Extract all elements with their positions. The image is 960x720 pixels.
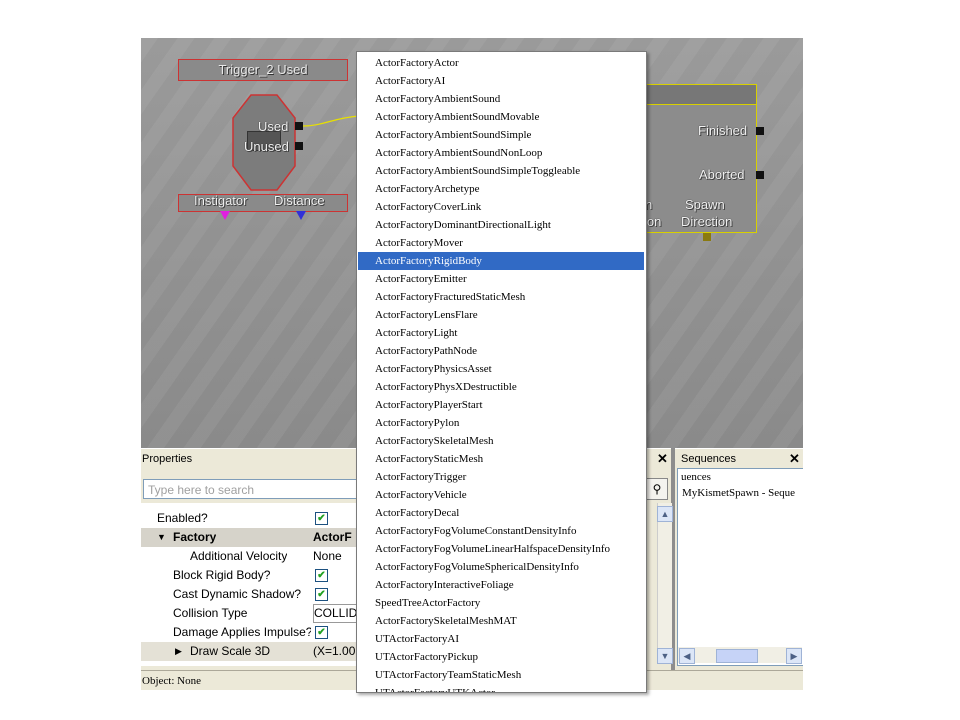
direction-var-label: Direction: [681, 214, 733, 229]
output-used-label: Used: [258, 119, 289, 134]
output-unused-pin[interactable]: [295, 142, 303, 150]
prop-row-cast-dynamic-shadow[interactable]: Cast Dynamic Shadow? ✔: [141, 585, 357, 604]
enabled-checkbox[interactable]: ✔: [315, 512, 328, 525]
menu-item-actorfactoryambientsoundsimpletoggleable[interactable]: ActorFactoryAmbientSoundSimpleToggleable: [358, 162, 644, 180]
find-button[interactable]: ⚲: [646, 478, 668, 500]
menu-item-speedtreeactorfactory[interactable]: SpeedTreeActorFactory: [358, 594, 644, 612]
properties-close-icon[interactable]: ✕: [657, 451, 668, 467]
cast-dynamic-shadow-checkbox[interactable]: ✔: [315, 588, 328, 601]
menu-item-actorfactorylensflare[interactable]: ActorFactoryLensFlare: [358, 306, 644, 324]
search-placeholder: Type here to search: [148, 483, 255, 497]
menu-item-utactorfactoryteamstaticmesh[interactable]: UTActorFactoryTeamStaticMesh: [358, 666, 644, 684]
collision-type-field[interactable]: COLLID: [313, 604, 359, 623]
prop-value[interactable]: None: [313, 547, 357, 566]
status-text: Object: None: [142, 675, 201, 687]
menu-item-actorfactorydominantdirectionallight[interactable]: ActorFactoryDominantDirectionalLight: [358, 216, 644, 234]
prop-row-enabled[interactable]: Enabled? ✔: [141, 509, 357, 528]
menu-item-actorfactoryarchetype[interactable]: ActorFactoryArchetype: [358, 180, 644, 198]
scroll-left-icon[interactable]: ◀: [679, 648, 695, 664]
instigator-pin-icon[interactable]: [220, 211, 230, 221]
collapse-arrow-icon[interactable]: ▼: [157, 528, 166, 547]
scroll-down-icon[interactable]: ▼: [657, 648, 673, 664]
output-finished-pin[interactable]: [756, 127, 764, 135]
factory-dropdown-menu[interactable]: ActorFactoryActor ActorFactoryAI ActorFact…: [356, 51, 647, 693]
menu-item-actorfactorydecal[interactable]: ActorFactoryDecal: [358, 504, 644, 522]
scroll-up-icon[interactable]: ▲: [657, 506, 673, 522]
output-used-pin[interactable]: [295, 122, 303, 130]
scroll-right-icon[interactable]: ▶: [786, 648, 802, 664]
variable-distance-label: Distance: [274, 193, 325, 208]
menu-item-actorfactoryphysxdestructible[interactable]: ActorFactoryPhysXDestructible: [358, 378, 644, 396]
output-aborted-label: Aborted: [699, 167, 745, 182]
prop-row-block-rigid-body[interactable]: Block Rigid Body? ✔: [141, 566, 357, 585]
trigger-node-title-text: Trigger_2 Used: [218, 62, 308, 77]
menu-item-actorfactoryinteractivefoliage[interactable]: ActorFactoryInteractiveFoliage: [358, 576, 644, 594]
prop-name: Factory: [173, 530, 217, 544]
spawn-var-label: Spawn: [685, 197, 725, 212]
prop-name: Damage Applies Impulse?: [173, 625, 311, 639]
menu-item-actorfactoryskeletalmesh[interactable]: ActorFactorySkeletalMesh: [358, 432, 644, 450]
menu-item-actorfactoryphysicsasset[interactable]: ActorFactoryPhysicsAsset: [358, 360, 644, 378]
menu-item-actorfactoryskeletalmeshmat[interactable]: ActorFactorySkeletalMeshMAT: [358, 612, 644, 630]
prop-category-factory[interactable]: ▼ Factory ActorF: [141, 528, 357, 547]
menu-item-actorfactorytrigger[interactable]: ActorFactoryTrigger: [358, 468, 644, 486]
menu-item-actorfactorypathnode[interactable]: ActorFactoryPathNode: [358, 342, 644, 360]
connection-wire: [303, 115, 359, 127]
menu-item-actorfactoryactor[interactable]: ActorFactoryActor: [358, 54, 644, 72]
prop-row-collision-type[interactable]: Collision Type COLLID: [141, 604, 359, 623]
prop-name: Enabled?: [157, 511, 208, 525]
menu-item-actorfactorylight[interactable]: ActorFactoryLight: [358, 324, 644, 342]
prop-name: Cast Dynamic Shadow?: [173, 587, 302, 601]
draw-scale-value[interactable]: (X=1.00: [313, 642, 357, 661]
expand-arrow-icon[interactable]: ▶: [175, 642, 182, 661]
trigger-node-title[interactable]: Trigger_2 Used: [178, 59, 348, 81]
menu-item-actorfactoryambientsound[interactable]: ActorFactoryAmbientSound: [358, 90, 644, 108]
menu-item-actorfactoryfracturedstaticmesh[interactable]: ActorFactoryFracturedStaticMesh: [358, 288, 644, 306]
prop-name: Draw Scale 3D: [190, 644, 271, 658]
menu-item-actorfactoryrigidbody[interactable]: ActorFactoryRigidBody: [358, 252, 644, 270]
output-finished-label: Finished: [698, 123, 748, 138]
prop-row-damage-applies-impulse[interactable]: Damage Applies Impulse? ✔: [141, 623, 357, 642]
direction-pin[interactable]: [703, 233, 711, 241]
prop-name: Collision Type: [173, 606, 248, 620]
property-scrollbar[interactable]: [657, 503, 672, 663]
prop-name: Additional Velocity: [190, 549, 288, 563]
prop-row-draw-scale-3d[interactable]: ▶ Draw Scale 3D (X=1.00: [141, 642, 357, 661]
menu-item-actorfactoryambientsoundsimple[interactable]: ActorFactoryAmbientSoundSimple: [358, 126, 644, 144]
prop-row-additional-velocity[interactable]: Additional Velocity None: [141, 547, 357, 566]
menu-item-actorfactorypylon[interactable]: ActorFactoryPylon: [358, 414, 644, 432]
menu-item-actorfactorystaticmesh[interactable]: ActorFactoryStaticMesh: [358, 450, 644, 468]
sequence-root[interactable]: uences: [681, 471, 711, 483]
distance-pin-icon[interactable]: [296, 211, 306, 221]
menu-item-utactorfactoryai[interactable]: UTActorFactoryAI: [358, 630, 644, 648]
block-rigid-body-checkbox[interactable]: ✔: [315, 569, 328, 582]
menu-item-actorfactoryplayerstart[interactable]: ActorFactoryPlayerStart: [358, 396, 644, 414]
sequences-close-icon[interactable]: ✕: [789, 451, 800, 467]
menu-item-actorfactoryfogvolumelinearhalfspacedensityinfo[interactable]: ActorFactoryFogVolumeLinearHalfspaceDens…: [358, 540, 644, 558]
menu-item-utactorfactorypickup[interactable]: UTActorFactoryPickup: [358, 648, 644, 666]
prop-name: Block Rigid Body?: [173, 568, 271, 582]
scroll-thumb[interactable]: [716, 649, 758, 663]
output-aborted-pin[interactable]: [756, 171, 764, 179]
menu-item-actorfactoryfogvolumesphericaldensityinfo[interactable]: ActorFactoryFogVolumeSphericalDensityInf…: [358, 558, 644, 576]
menu-item-actorfactoryvehicle[interactable]: ActorFactoryVehicle: [358, 486, 644, 504]
menu-item-actorfactorycoverlink[interactable]: ActorFactoryCoverLink: [358, 198, 644, 216]
variable-instigator-label: Instigator: [194, 193, 248, 208]
menu-item-actorfactorymover[interactable]: ActorFactoryMover: [358, 234, 644, 252]
menu-item-actorfactoryemitter[interactable]: ActorFactoryEmitter: [358, 270, 644, 288]
menu-item-utactorfactoryutkactor[interactable]: UTActorFactoryUTKActor: [358, 684, 644, 692]
property-search-input[interactable]: Type here to search: [143, 479, 363, 499]
sequences-title: Sequences: [681, 453, 737, 465]
menu-item-actorfactoryai[interactable]: ActorFactoryAI: [358, 72, 644, 90]
menu-item-actorfactoryambientsoundnonloop[interactable]: ActorFactoryAmbientSoundNonLoop: [358, 144, 644, 162]
menu-item-actorfactoryfogvolumeconstantdensityinfo[interactable]: ActorFactoryFogVolumeConstantDensityInfo: [358, 522, 644, 540]
menu-item-actorfactoryambientsoundmovable[interactable]: ActorFactoryAmbientSoundMovable: [358, 108, 644, 126]
sequence-item[interactable]: MyKismetSpawn - Seque: [682, 487, 795, 499]
damage-applies-impulse-checkbox[interactable]: ✔: [315, 626, 328, 639]
factory-value[interactable]: ActorF: [313, 528, 357, 547]
output-unused-label: Unused: [244, 139, 289, 154]
properties-title: Properties: [142, 453, 193, 465]
